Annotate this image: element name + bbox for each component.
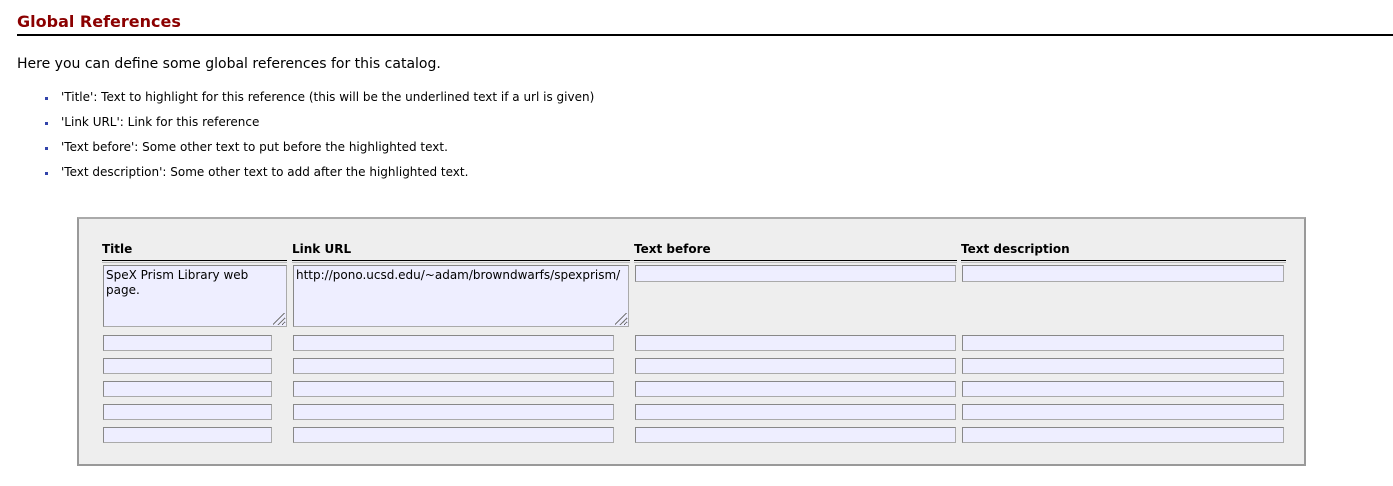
column-header-title: Title bbox=[102, 242, 287, 263]
row-6-text-before-input[interactable] bbox=[635, 427, 956, 443]
bullet-icon bbox=[45, 122, 48, 125]
row-1-text-before-input[interactable] bbox=[635, 265, 956, 282]
row-5-text-description-input[interactable] bbox=[962, 404, 1284, 420]
help-item-text: 'Text before': Some other text to put be… bbox=[61, 140, 448, 154]
row-3-text-before-input[interactable] bbox=[635, 358, 956, 374]
help-list: 'Title': Text to highlight for this refe… bbox=[45, 88, 594, 188]
row-3-title-input[interactable] bbox=[103, 358, 272, 374]
row-6-link-url-input[interactable] bbox=[293, 427, 614, 443]
bullet-icon bbox=[45, 97, 48, 100]
help-item-title: 'Title': Text to highlight for this refe… bbox=[45, 88, 594, 113]
row-2-text-description-input[interactable] bbox=[962, 335, 1284, 351]
row-4-link-url-input[interactable] bbox=[293, 381, 614, 397]
row-5-link-url-input[interactable] bbox=[293, 404, 614, 420]
page-title: Global References bbox=[17, 12, 181, 31]
row-6-title-input[interactable] bbox=[103, 427, 272, 443]
help-item-text: 'Title': Text to highlight for this refe… bbox=[61, 90, 595, 104]
help-item-text: 'Link URL': Link for this reference bbox=[61, 115, 260, 129]
column-header-text-before: Text before bbox=[634, 242, 957, 263]
row-2-text-before-input[interactable] bbox=[635, 335, 956, 351]
help-item-text: 'Text description': Some other text to a… bbox=[61, 165, 469, 179]
row-2-title-input[interactable] bbox=[103, 335, 272, 351]
row-3-link-url-input[interactable] bbox=[293, 358, 614, 374]
row-6-text-description-input[interactable] bbox=[962, 427, 1284, 443]
row-1-link-url-textarea[interactable]: http://pono.ucsd.edu/~adam/browndwarfs/s… bbox=[293, 265, 629, 327]
row-4-text-description-input[interactable] bbox=[962, 381, 1284, 397]
row-4-title-input[interactable] bbox=[103, 381, 272, 397]
column-header-text-description: Text description bbox=[961, 242, 1286, 263]
row-1-title-textarea[interactable]: SpeX Prism Library web page. bbox=[103, 265, 287, 327]
title-divider bbox=[17, 34, 1393, 36]
row-5-title-input[interactable] bbox=[103, 404, 272, 420]
row-2-link-url-input[interactable] bbox=[293, 335, 614, 351]
help-item-text-description: 'Text description': Some other text to a… bbox=[45, 163, 594, 188]
column-header-link-url: Link URL bbox=[292, 242, 630, 263]
row-3-text-description-input[interactable] bbox=[962, 358, 1284, 374]
bullet-icon bbox=[45, 147, 48, 150]
row-4-text-before-input[interactable] bbox=[635, 381, 956, 397]
bullet-icon bbox=[45, 172, 48, 175]
help-item-text-before: 'Text before': Some other text to put be… bbox=[45, 138, 594, 163]
intro-text: Here you can define some global referenc… bbox=[17, 56, 441, 72]
row-5-text-before-input[interactable] bbox=[635, 404, 956, 420]
row-1-text-description-input[interactable] bbox=[962, 265, 1284, 282]
help-item-link-url: 'Link URL': Link for this reference bbox=[45, 113, 594, 138]
